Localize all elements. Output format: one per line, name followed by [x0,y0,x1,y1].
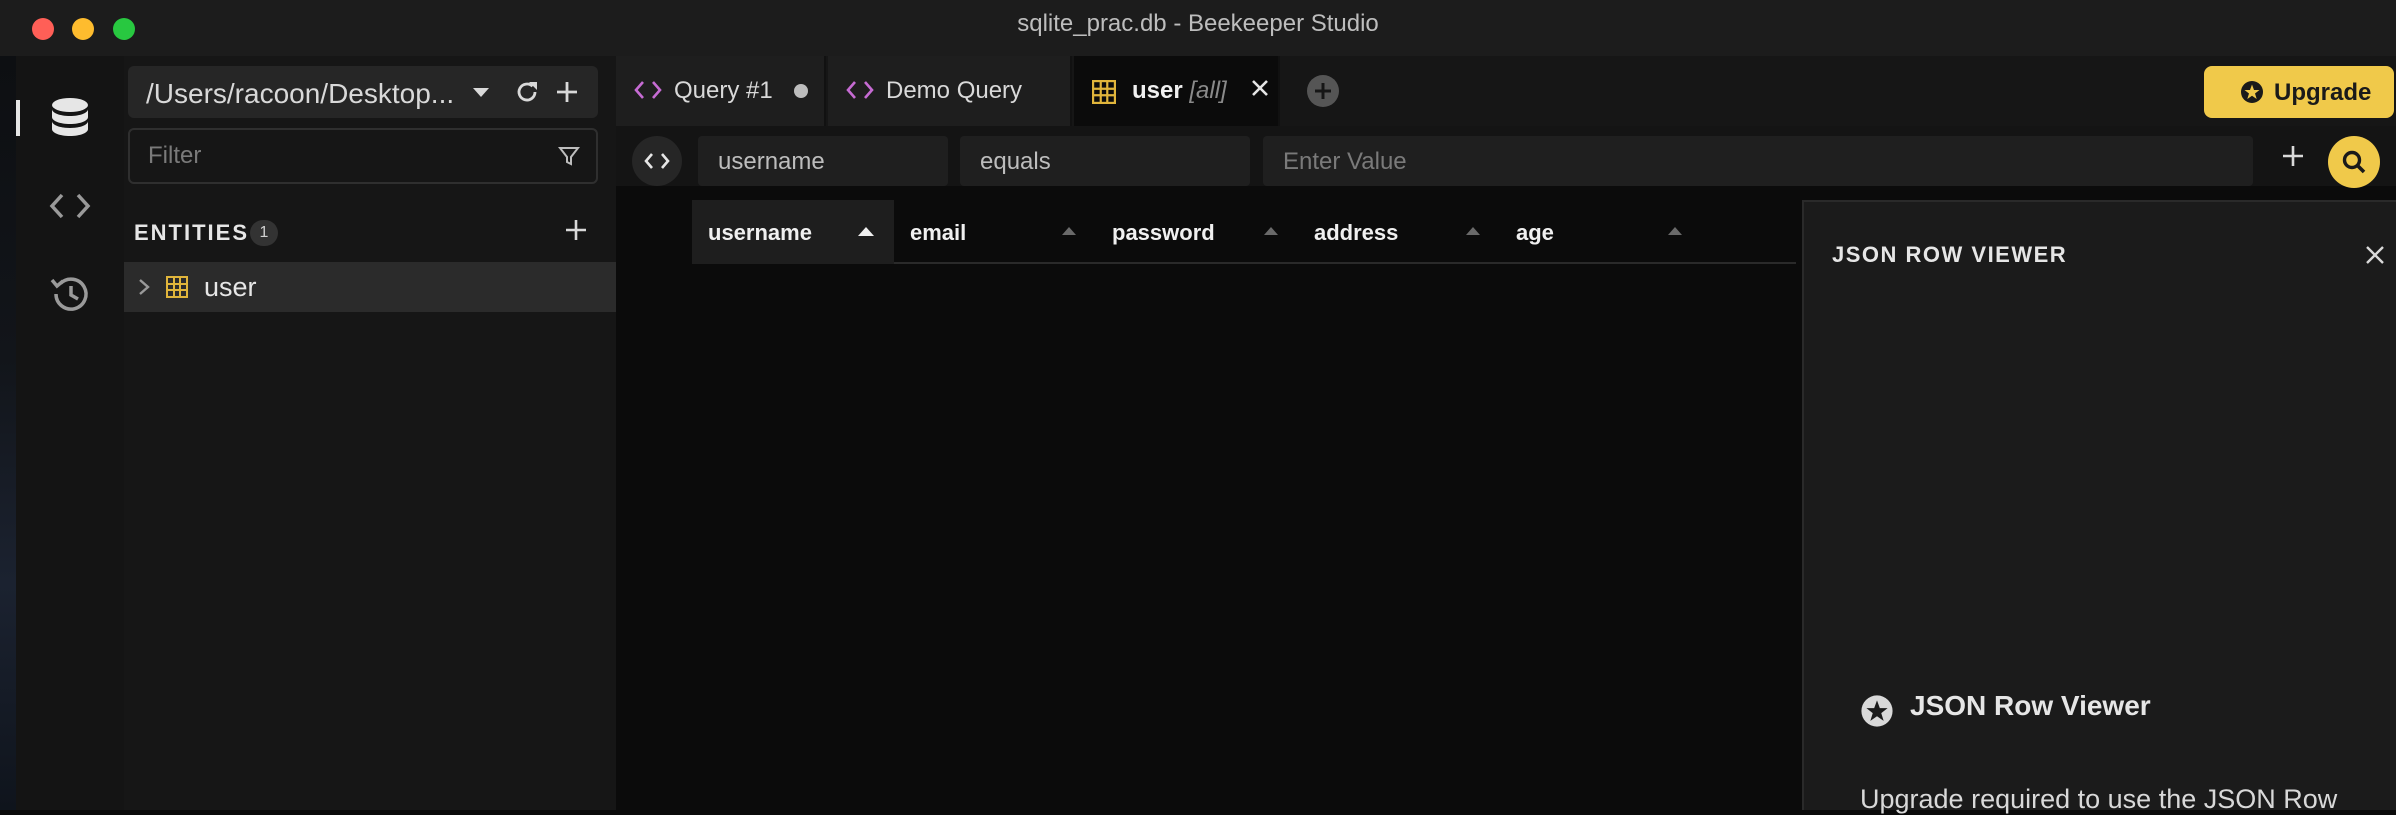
column-header-password[interactable]: password [1096,200,1298,264]
column-name: password [1112,220,1215,245]
column-header-username[interactable]: username [692,200,894,264]
filter-field-value: username [718,148,825,175]
column-header-address[interactable]: address [1298,200,1500,264]
tab-user-table[interactable]: user [all] [1074,56,1280,126]
title-bar: sqlite_prac.db - Beekeeper Studio [0,0,2396,56]
unsaved-indicator [794,84,808,98]
table-icon [1092,80,1116,104]
column-header-age[interactable]: age [1500,200,1702,264]
entities-header: ENTITIES 1 [134,214,604,254]
code-icon [49,193,91,219]
entity-filter [128,128,598,184]
sort-icon[interactable] [1668,226,1682,235]
close-icon[interactable] [2364,244,2386,266]
tab-label-text: user [1132,77,1183,104]
filter-icon[interactable] [558,145,580,167]
tab-demo-query[interactable]: Demo Query [828,56,1072,126]
entities-count-badge: 1 [250,220,278,246]
chevron-right-icon[interactable] [138,278,150,296]
table-icon [166,276,188,298]
connection-selector[interactable]: /Users/racoon/Desktop... [128,66,598,118]
tab-label: user [all] [1132,77,1227,105]
grid-header: username email password address age [692,200,1796,264]
code-icon [846,81,874,99]
add-tab-icon[interactable] [1306,74,1340,108]
filter-operator-select[interactable]: equals [960,136,1250,186]
plus-icon[interactable] [553,78,581,106]
sort-icon[interactable] [1466,226,1480,235]
tab-query-1[interactable]: Query #1 [616,56,826,126]
history-icon [50,277,88,311]
sidebar: /Users/racoon/Desktop... ENTITIES 1 [124,56,616,810]
close-icon[interactable] [1250,78,1270,98]
activity-connections[interactable] [16,78,124,158]
code-icon [644,153,670,169]
tab-label: Query #1 [674,77,773,104]
activity-queries[interactable] [16,166,124,246]
entity-item-user[interactable]: user [124,262,616,312]
desktop-background [0,56,16,810]
json-promo-title: JSON Row Viewer [1910,690,2151,721]
column-name: username [708,220,812,245]
search-button[interactable] [2328,136,2380,188]
filter-value-input[interactable]: Enter Value [1263,136,2253,186]
database-icon [52,98,88,136]
column-name: age [1516,220,1554,245]
tab-label: Demo Query [886,77,1023,104]
connection-path: /Users/racoon/Desktop... [146,78,455,109]
star-badge-icon [1861,695,1893,727]
sort-icon[interactable] [1062,226,1076,235]
json-promo-text: Upgrade required to use the JSON Row [1860,784,2338,814]
upgrade-button[interactable]: Upgrade [2204,66,2394,118]
code-icon [634,81,662,99]
entity-label: user [204,272,257,302]
refresh-icon[interactable] [513,78,541,106]
entities-title: ENTITIES [134,220,250,245]
upgrade-label: Upgrade [2274,79,2372,106]
activity-history[interactable] [16,254,124,334]
column-name: address [1314,220,1399,245]
column-header-email[interactable]: email [894,200,1096,264]
add-filter-icon[interactable] [2281,144,2305,168]
app-window: sqlite_prac.db - Beekeeper Studio /Users… [0,0,2396,814]
sort-icon[interactable] [1264,226,1278,235]
filter-operator-value: equals [980,148,1051,175]
column-name: email [910,220,967,245]
window-title: sqlite_prac.db - Beekeeper Studio [1017,10,1379,37]
star-badge-icon [2241,81,2263,103]
filter-row: username equals Enter Value [616,126,2396,188]
activity-bar [16,56,124,810]
add-entity-icon[interactable] [564,218,588,242]
json-row-viewer-panel: JSON ROW VIEWER JSON Row Viewer Upgrade … [1802,200,2396,814]
tab-label-qualifier: [all] [1189,77,1227,104]
filter-input[interactable] [146,140,546,172]
json-panel-title: JSON ROW VIEWER [1832,242,2068,267]
search-icon [2342,150,2366,174]
sort-asc-icon[interactable] [858,226,874,236]
caret-down-icon [473,88,489,97]
filter-field-select[interactable]: username [698,136,948,186]
filter-value-placeholder: Enter Value [1283,148,1407,175]
tab-bar: Query #1 Demo Query user [all] Upgrade [616,56,2396,126]
raw-filter-toggle[interactable] [632,136,682,186]
